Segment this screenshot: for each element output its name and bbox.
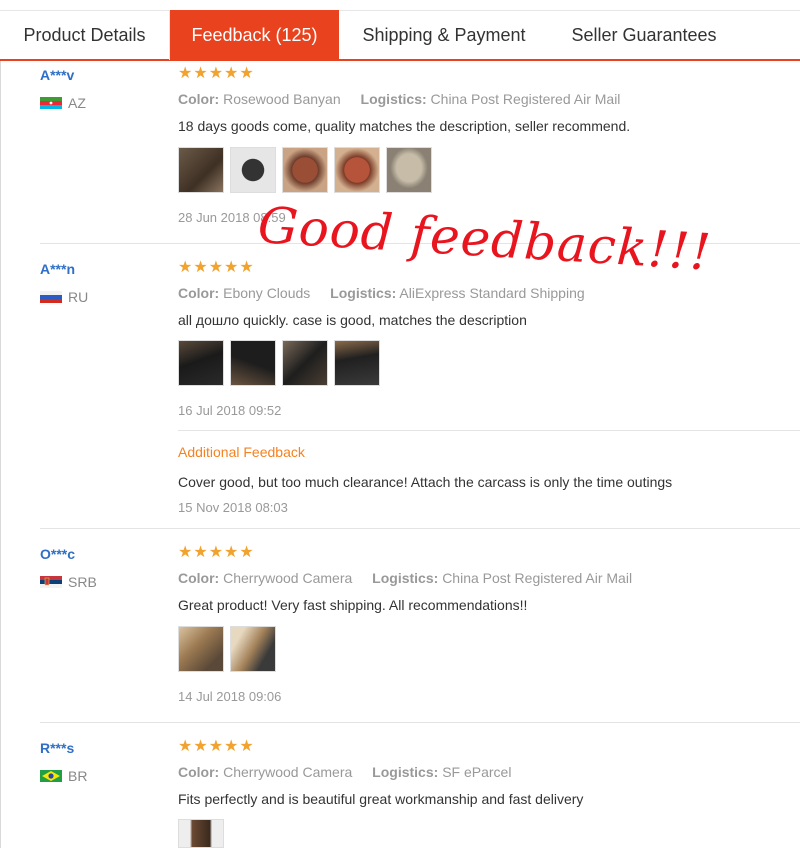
- reviewer-name[interactable]: A***v: [40, 67, 74, 83]
- review-photo[interactable]: [178, 626, 224, 672]
- reviewer-name[interactable]: A***n: [40, 261, 75, 277]
- review-photo[interactable]: [334, 147, 380, 193]
- color-value: Ebony Clouds: [223, 285, 311, 301]
- additional-divider: [178, 430, 800, 431]
- logistics-label: Logistics:: [360, 91, 427, 107]
- review-text: Great product! Very fast shipping. All r…: [178, 597, 528, 613]
- review-photo[interactable]: [230, 626, 276, 672]
- additional-feedback-label: Additional Feedback: [178, 444, 305, 460]
- additional-feedback-text: Cover good, but too much clearance! Atta…: [178, 474, 673, 490]
- tab-feedback[interactable]: Feedback (125): [170, 10, 339, 61]
- logistics-value: AliExpress Standard Shipping: [399, 285, 585, 301]
- country-code: RU: [68, 289, 89, 305]
- review-divider: [40, 528, 800, 529]
- review-divider: [40, 722, 800, 723]
- reviewer-country: AZ: [40, 95, 86, 111]
- tab-shipping-payment[interactable]: Shipping & Payment: [339, 11, 549, 60]
- tab-product-details[interactable]: Product Details: [0, 11, 170, 60]
- review-photo[interactable]: [178, 147, 224, 193]
- good-feedback-overlay: Good feedback!!!: [256, 196, 714, 282]
- country-code: AZ: [68, 95, 86, 111]
- country-code: SRB: [68, 574, 97, 590]
- review-attributes: Color: Rosewood Banyan Logistics: China …: [178, 91, 620, 107]
- review-photo[interactable]: [386, 147, 432, 193]
- logistics-label: Logistics:: [372, 570, 439, 586]
- color-label: Color:: [178, 570, 220, 586]
- review-text: 18 days goods come, quality matches the …: [178, 118, 631, 134]
- reviewer-name[interactable]: R***s: [40, 740, 74, 756]
- tab-bar: Product Details Feedback (125) Shipping …: [0, 10, 800, 61]
- rating-stars: ★★★★★: [178, 544, 255, 561]
- review-date: 16 Jul 2018 09:52: [178, 403, 282, 418]
- color-value: Cherrywood Camera: [223, 570, 353, 586]
- review-photo[interactable]: [178, 340, 224, 386]
- rating-stars: ★★★★★: [178, 65, 255, 82]
- logistics-value: SF eParcel: [442, 764, 512, 780]
- reviewer-name[interactable]: O***c: [40, 546, 75, 562]
- review-photo[interactable]: [178, 819, 224, 848]
- reviewer-country: BR: [40, 768, 87, 784]
- color-label: Color:: [178, 285, 220, 301]
- left-rule: [0, 61, 1, 848]
- tab-seller-guarantees[interactable]: Seller Guarantees: [549, 11, 739, 60]
- color-value: Rosewood Banyan: [223, 91, 341, 107]
- reviewer-country: SRB: [40, 574, 97, 590]
- review-text: all дошло quickly. case is good, matches…: [178, 312, 527, 328]
- logistics-value: China Post Registered Air Mail: [442, 570, 633, 586]
- logistics-label: Logistics:: [372, 764, 439, 780]
- review-attributes: Color: Cherrywood Camera Logistics: SF e…: [178, 764, 511, 780]
- review-text: Fits perfectly and is beautiful great wo…: [178, 791, 584, 807]
- review-attributes: Color: Cherrywood Camera Logistics: Chin…: [178, 570, 632, 586]
- flag-srb-icon: [40, 576, 62, 589]
- color-value: Cherrywood Camera: [223, 764, 353, 780]
- color-label: Color:: [178, 764, 220, 780]
- review-date: 14 Jul 2018 09:06: [178, 689, 282, 704]
- additional-feedback-date: 15 Nov 2018 08:03: [178, 500, 288, 515]
- review-photo[interactable]: [334, 340, 380, 386]
- flag-br-icon: [40, 770, 62, 783]
- review-photo[interactable]: [230, 340, 276, 386]
- review-photo[interactable]: [282, 147, 328, 193]
- reviewer-country: RU: [40, 289, 88, 305]
- rating-stars: ★★★★★: [178, 738, 255, 755]
- flag-az-icon: [40, 97, 62, 110]
- logistics-label: Logistics:: [330, 285, 397, 301]
- color-label: Color:: [178, 91, 220, 107]
- country-code: BR: [68, 768, 88, 784]
- rating-stars: ★★★★★: [178, 259, 255, 276]
- review-attributes: Color: Ebony Clouds Logistics: AliExpres…: [178, 285, 585, 301]
- review-photo[interactable]: [282, 340, 328, 386]
- flag-ru-icon: [40, 291, 62, 304]
- logistics-value: China Post Registered Air Mail: [430, 91, 621, 107]
- review-photo[interactable]: [230, 147, 276, 193]
